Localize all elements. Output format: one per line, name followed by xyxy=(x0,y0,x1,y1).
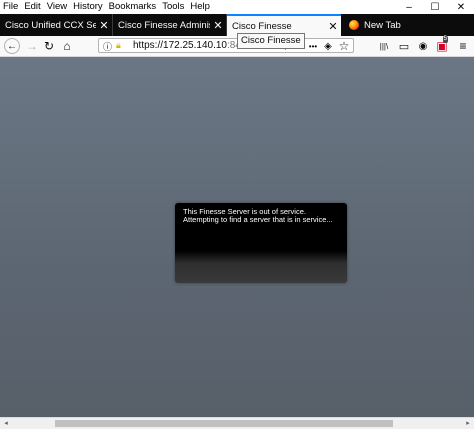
horizontal-scrollbar[interactable]: ◂ ▸ xyxy=(0,417,474,429)
insecure-lock-icon[interactable]: 🔒︎ xyxy=(116,40,121,51)
home-button[interactable]: ⌂ xyxy=(59,38,75,54)
close-tab-icon[interactable]: ✕ xyxy=(325,20,341,33)
sidebar-icon[interactable]: ▭ xyxy=(396,38,412,54)
scroll-left-icon[interactable]: ◂ xyxy=(1,419,11,428)
maximize-button[interactable]: ☐ xyxy=(422,0,448,14)
account-icon[interactable]: ◉ xyxy=(415,38,431,54)
tab-label: New Tab xyxy=(364,19,401,31)
menu-bar: File Edit View History Bookmarks Tools H… xyxy=(0,0,474,14)
reload-button[interactable]: ↻ xyxy=(41,38,57,54)
tab-new-tab[interactable]: New Tab xyxy=(341,14,461,36)
tab-label: Cisco Finesse xyxy=(232,20,292,32)
tab-ccx-services[interactable]: Cisco Unified CCX Services ✕ xyxy=(0,14,113,36)
tab-finesse-admin[interactable]: Cisco Finesse Administratio ✕ xyxy=(113,14,227,36)
page-content: This Finesse Server is out of service. A… xyxy=(0,57,474,417)
close-tab-icon[interactable]: ✕ xyxy=(96,19,112,32)
menu-edit[interactable]: Edit xyxy=(21,0,43,14)
info-icon[interactable]: ⓘ xyxy=(103,40,112,53)
tab-tooltip: Cisco Finesse xyxy=(237,33,305,49)
menu-view[interactable]: View xyxy=(44,0,70,14)
library-icon[interactable]: |||\ xyxy=(376,38,392,54)
dialog-line-2: Attempting to find a server that is in s… xyxy=(183,215,333,224)
url-host: https://172.25.140.10 xyxy=(133,40,227,51)
window-controls: – ☐ ✕ xyxy=(396,0,474,14)
menu-help[interactable]: Help xyxy=(187,0,213,14)
addon-icon[interactable]: ▣ 5 xyxy=(434,36,450,54)
menu-tools[interactable]: Tools xyxy=(159,0,187,14)
scroll-right-icon[interactable]: ▸ xyxy=(463,419,473,428)
dialog-message: This Finesse Server is out of service. A… xyxy=(183,208,341,224)
menu-history[interactable]: History xyxy=(70,0,106,14)
close-tab-icon[interactable]: ✕ xyxy=(210,19,226,32)
pocket-icon[interactable]: ◈ xyxy=(320,38,336,54)
minimize-button[interactable]: – xyxy=(396,0,422,14)
back-button[interactable]: ← xyxy=(4,38,20,54)
scrollbar-thumb[interactable] xyxy=(55,420,393,427)
menu-file[interactable]: File xyxy=(0,0,21,14)
menu-bookmarks[interactable]: Bookmarks xyxy=(106,0,160,14)
forward-button[interactable]: → xyxy=(24,38,40,54)
firefox-icon xyxy=(349,20,359,30)
tab-label: Cisco Finesse Administratio xyxy=(118,19,210,31)
tab-label: Cisco Unified CCX Services xyxy=(5,19,96,31)
bookmark-star-icon[interactable]: ☆ xyxy=(336,38,352,54)
close-window-button[interactable]: ✕ xyxy=(448,0,474,14)
hamburger-menu-icon[interactable]: ≡ xyxy=(455,38,471,54)
server-status-dialog: This Finesse Server is out of service. A… xyxy=(175,203,347,283)
addon-badge: 5 xyxy=(442,36,448,43)
page-actions-button[interactable]: ••• xyxy=(305,38,321,54)
